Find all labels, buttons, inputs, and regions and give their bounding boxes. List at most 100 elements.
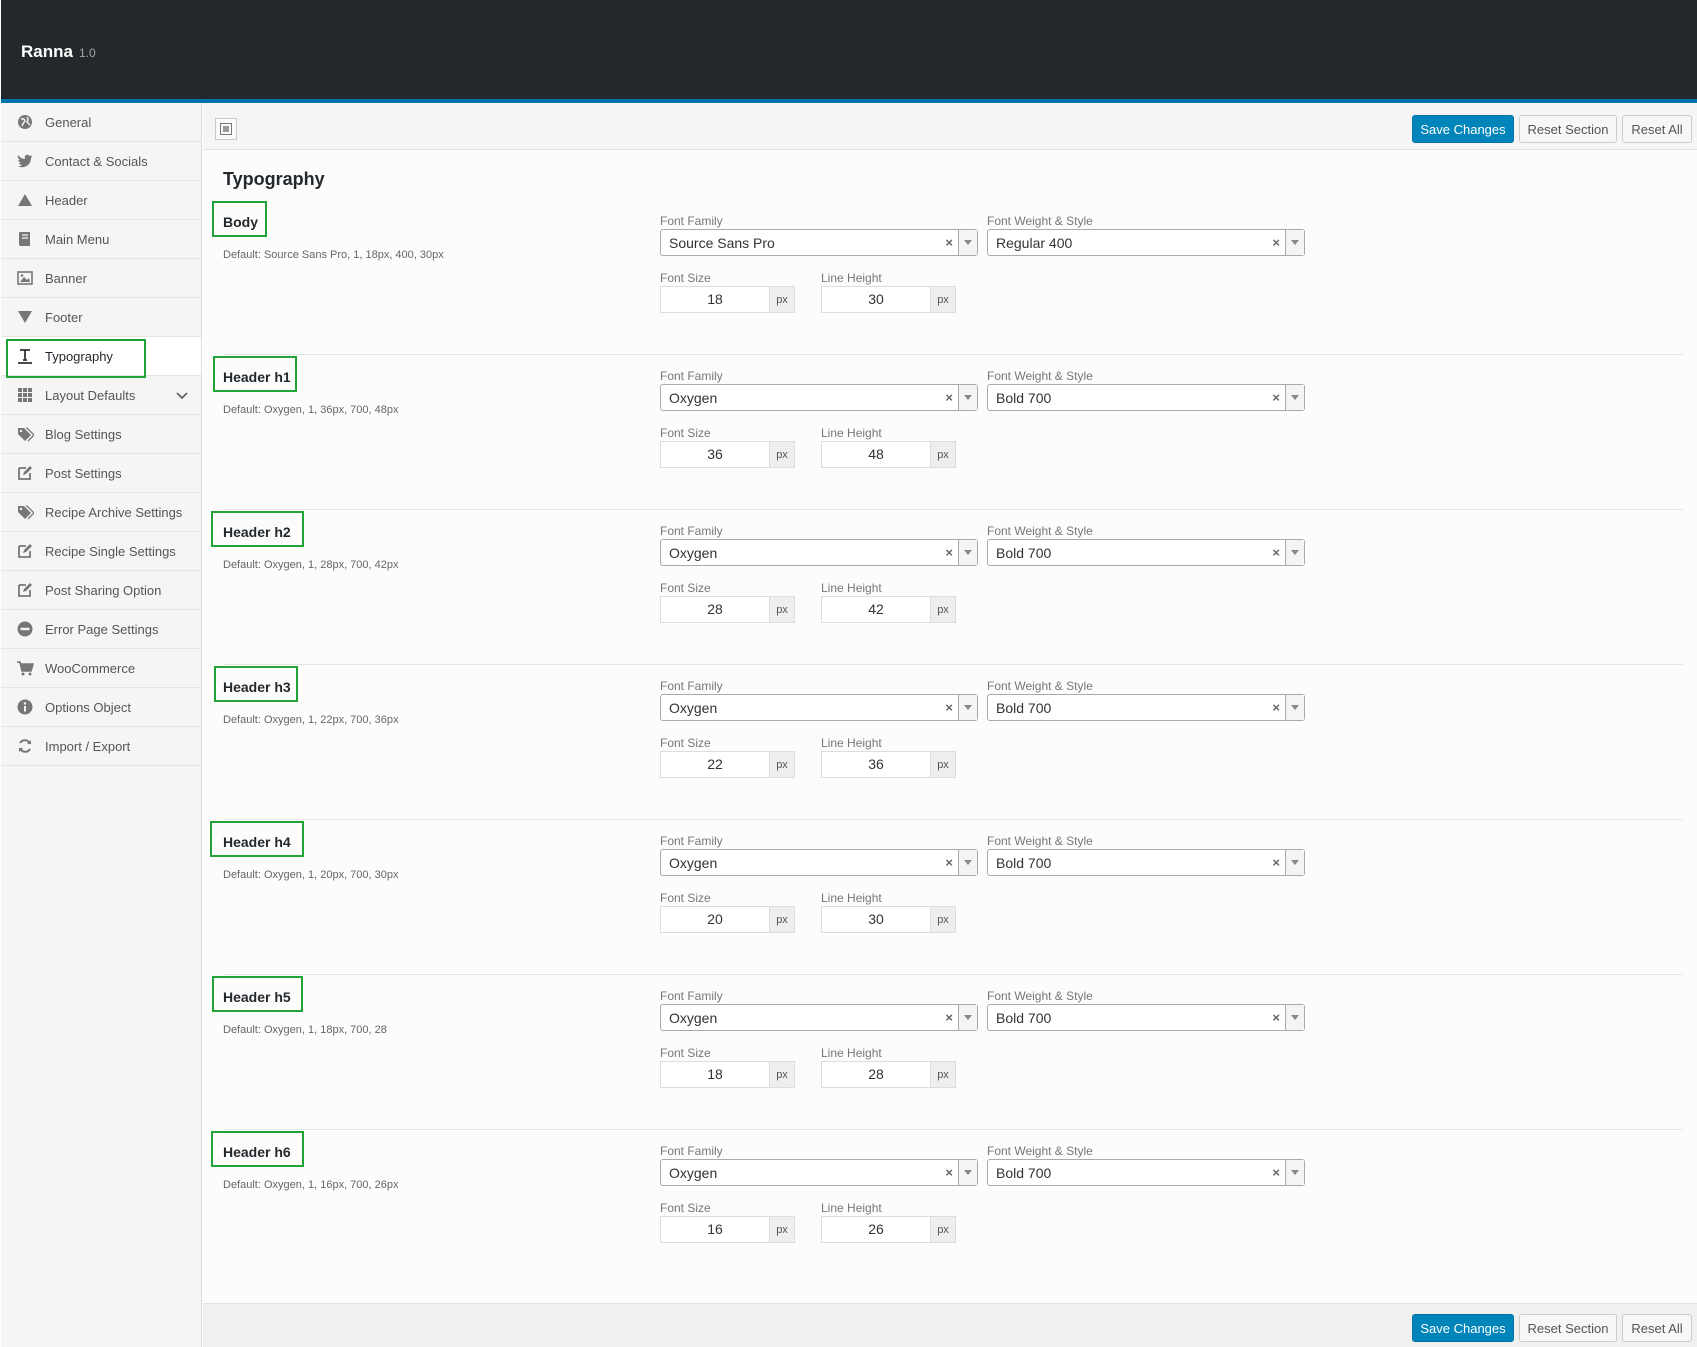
clear-icon[interactable]: × — [945, 855, 953, 870]
font-weight-select[interactable]: Bold 700 × — [987, 1004, 1305, 1031]
font-size-value[interactable]: 18 — [660, 286, 770, 313]
dropdown-arrow-icon[interactable] — [958, 385, 977, 410]
sidebar-item-woocommerce[interactable]: WooCommerce — [1, 649, 201, 688]
clear-icon[interactable]: × — [1272, 1165, 1280, 1180]
dropdown-arrow-icon[interactable] — [1285, 540, 1304, 565]
line-height-value[interactable]: 36 — [821, 751, 931, 778]
font-family-select[interactable]: Source Sans Pro × — [660, 229, 978, 256]
sidebar-item-main-menu[interactable]: Main Menu — [1, 220, 201, 259]
clear-icon[interactable]: × — [1272, 390, 1280, 405]
font-size-value[interactable]: 36 — [660, 441, 770, 468]
font-family-select[interactable]: Oxygen × — [660, 1004, 978, 1031]
font-weight-value: Bold 700 — [996, 855, 1052, 871]
dropdown-arrow-icon[interactable] — [958, 230, 977, 255]
line-height-value[interactable]: 48 — [821, 441, 931, 468]
font-size-value[interactable]: 22 — [660, 751, 770, 778]
font-family-select[interactable]: Oxygen × — [660, 694, 978, 721]
font-weight-label: Font Weight & Style — [987, 989, 1093, 1003]
dropdown-arrow-icon[interactable] — [958, 850, 977, 875]
sidebar-item-error-page-settings[interactable]: Error Page Settings — [1, 610, 201, 649]
unit-label: px — [770, 286, 795, 313]
sidebar-item-recipe-archive-settings[interactable]: Recipe Archive Settings — [1, 493, 201, 532]
clear-icon[interactable]: × — [1272, 1010, 1280, 1025]
dropdown-arrow-icon[interactable] — [1285, 230, 1304, 255]
line-height-value[interactable]: 28 — [821, 1061, 931, 1088]
sidebar-item-footer[interactable]: Footer — [1, 298, 201, 337]
font-family-select[interactable]: Oxygen × — [660, 849, 978, 876]
font-size-input[interactable]: 28 px — [660, 596, 795, 623]
font-weight-select[interactable]: Bold 700 × — [987, 1159, 1305, 1186]
line-height-input[interactable]: 36 px — [821, 751, 956, 778]
sidebar-item-typography[interactable]: Typography — [1, 337, 201, 378]
reset-all-button[interactable]: Reset All — [1622, 1314, 1692, 1342]
sidebar-item-general[interactable]: General — [1, 103, 201, 142]
sidebar-item-contact-socials[interactable]: Contact & Socials — [1, 142, 201, 181]
clear-icon[interactable]: × — [945, 1010, 953, 1025]
clear-icon[interactable]: × — [1272, 235, 1280, 250]
font-weight-value: Regular 400 — [996, 235, 1073, 251]
clear-icon[interactable]: × — [1272, 855, 1280, 870]
sidebar-item-post-settings[interactable]: Post Settings — [1, 454, 201, 493]
clear-icon[interactable]: × — [945, 235, 953, 250]
line-height-input[interactable]: 28 px — [821, 1061, 956, 1088]
font-weight-select[interactable]: Bold 700 × — [987, 384, 1305, 411]
sidebar-item-header[interactable]: Header — [1, 181, 201, 220]
dropdown-arrow-icon[interactable] — [958, 1160, 977, 1185]
sidebar-item-options-object[interactable]: Options Object — [1, 688, 201, 727]
sidebar-item-import-export[interactable]: Import / Export — [1, 727, 201, 766]
dropdown-arrow-icon[interactable] — [1285, 850, 1304, 875]
line-height-value[interactable]: 26 — [821, 1216, 931, 1243]
font-family-select[interactable]: Oxygen × — [660, 1159, 978, 1186]
reset-all-button[interactable]: Reset All — [1622, 115, 1692, 143]
expand-options-button[interactable] — [215, 118, 237, 140]
chevron-down-icon[interactable] — [175, 388, 189, 402]
line-height-value[interactable]: 30 — [821, 906, 931, 933]
reset-section-button[interactable]: Reset Section — [1519, 1314, 1617, 1342]
dropdown-arrow-icon[interactable] — [1285, 1005, 1304, 1030]
clear-icon[interactable]: × — [1272, 700, 1280, 715]
font-weight-select[interactable]: Bold 700 × — [987, 849, 1305, 876]
dropdown-arrow-icon[interactable] — [1285, 695, 1304, 720]
font-size-input[interactable]: 18 px — [660, 286, 795, 313]
font-size-value[interactable]: 18 — [660, 1061, 770, 1088]
line-height-value[interactable]: 42 — [821, 596, 931, 623]
font-size-input[interactable]: 18 px — [660, 1061, 795, 1088]
font-size-input[interactable]: 20 px — [660, 906, 795, 933]
sidebar-item-layout-defaults[interactable]: Layout Defaults — [1, 376, 201, 415]
font-size-input[interactable]: 36 px — [660, 441, 795, 468]
line-height-input[interactable]: 30 px — [821, 286, 956, 313]
save-button[interactable]: Save Changes — [1412, 1314, 1514, 1342]
save-button[interactable]: Save Changes — [1412, 115, 1514, 143]
clear-icon[interactable]: × — [945, 700, 953, 715]
clear-icon[interactable]: × — [945, 390, 953, 405]
font-family-select[interactable]: Oxygen × — [660, 539, 978, 566]
font-size-input[interactable]: 22 px — [660, 751, 795, 778]
clear-icon[interactable]: × — [945, 1165, 953, 1180]
font-weight-select[interactable]: Bold 700 × — [987, 694, 1305, 721]
dropdown-arrow-icon[interactable] — [1285, 385, 1304, 410]
sidebar-item-post-sharing-option[interactable]: Post Sharing Option — [1, 571, 201, 610]
font-size-value[interactable]: 20 — [660, 906, 770, 933]
dropdown-arrow-icon[interactable] — [958, 1005, 977, 1030]
font-family-label: Font Family — [660, 214, 723, 228]
dropdown-arrow-icon[interactable] — [1285, 1160, 1304, 1185]
font-size-value[interactable]: 16 — [660, 1216, 770, 1243]
line-height-input[interactable]: 48 px — [821, 441, 956, 468]
line-height-value[interactable]: 30 — [821, 286, 931, 313]
font-size-value[interactable]: 28 — [660, 596, 770, 623]
font-family-select[interactable]: Oxygen × — [660, 384, 978, 411]
sidebar-item-blog-settings[interactable]: Blog Settings — [1, 415, 201, 454]
font-weight-select[interactable]: Bold 700 × — [987, 539, 1305, 566]
font-size-input[interactable]: 16 px — [660, 1216, 795, 1243]
dropdown-arrow-icon[interactable] — [958, 540, 977, 565]
line-height-input[interactable]: 42 px — [821, 596, 956, 623]
line-height-input[interactable]: 30 px — [821, 906, 956, 933]
line-height-input[interactable]: 26 px — [821, 1216, 956, 1243]
sidebar-item-banner[interactable]: Banner — [1, 259, 201, 298]
font-weight-select[interactable]: Regular 400 × — [987, 229, 1305, 256]
reset-section-button[interactable]: Reset Section — [1519, 115, 1617, 143]
clear-icon[interactable]: × — [1272, 545, 1280, 560]
clear-icon[interactable]: × — [945, 545, 953, 560]
dropdown-arrow-icon[interactable] — [958, 695, 977, 720]
sidebar-item-recipe-single-settings[interactable]: Recipe Single Settings — [1, 532, 201, 571]
